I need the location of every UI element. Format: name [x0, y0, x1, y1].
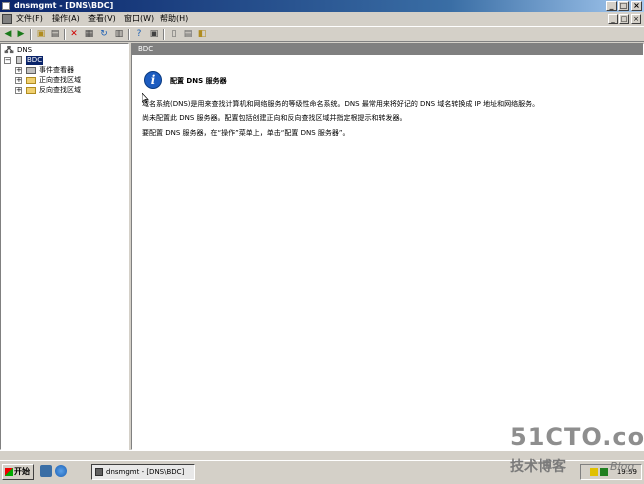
network-icon[interactable] [600, 468, 608, 476]
watermark-blog: Blog [610, 460, 635, 473]
toolbar-separator [128, 29, 130, 40]
title-bar[interactable]: dnsmgmt - [DNS\BDC] _ □ × [0, 0, 644, 12]
window-title: dnsmgmt - [DNS\BDC] [14, 1, 114, 10]
details-header: BDC [132, 44, 643, 55]
show-tree-icon[interactable]: ▤ [49, 29, 61, 40]
expand-icon[interactable]: + [15, 87, 22, 94]
collapse-icon[interactable]: − [4, 57, 11, 64]
tree-root-label: DNS [17, 46, 33, 54]
event-viewer-icon [26, 67, 36, 74]
mdi-minimize-button[interactable]: _ [608, 14, 618, 24]
tree-item-label: 事件查看器 [39, 66, 74, 74]
menu-window[interactable]: 窗口(W) [124, 12, 154, 26]
console-tree: DNS − BDC + 事件查看器 + 正向查找区域 + 反向查找区域 [0, 43, 129, 450]
tree-item-label: 反向查找区域 [39, 86, 81, 94]
refresh-icon[interactable]: ↻ [98, 29, 110, 40]
server-icon[interactable]: ▯ [168, 29, 180, 40]
tree-server-label: BDC [26, 56, 44, 65]
list-icon[interactable]: ▤ [182, 29, 194, 40]
maximize-button[interactable]: □ [618, 1, 629, 11]
console-icon[interactable]: ▣ [148, 29, 160, 40]
security-icon[interactable] [590, 468, 598, 476]
taskbar-button-dnsmgmt[interactable]: dnsmgmt - [DNS\BDC] [91, 464, 195, 480]
properties-icon[interactable]: ▦ [83, 29, 95, 40]
status-text: 尚未配置此 DNS 服务器。配置包括创建正向和反向查找区域并指定根提示和转发器。 [142, 114, 407, 122]
start-button[interactable]: 开始 [2, 464, 34, 480]
task-label: dnsmgmt - [DNS\BDC] [106, 468, 185, 476]
forward-arrow-icon[interactable]: ▶ [15, 29, 27, 40]
show-desktop-icon[interactable] [40, 465, 52, 477]
menu-view[interactable]: 查看(V) [88, 12, 116, 26]
back-arrow-icon[interactable]: ◀ [2, 29, 14, 40]
start-label: 开始 [14, 467, 30, 476]
expand-icon[interactable]: + [15, 77, 22, 84]
up-folder-icon[interactable]: ▣ [35, 29, 47, 40]
folder-icon [26, 87, 36, 94]
mmc-window: dnsmgmt - [DNS\BDC] _ □ × 文件(F) 操作(A) 查看… [0, 0, 644, 460]
details-title: 配置 DNS 服务器 [170, 77, 227, 85]
menu-bar: 文件(F) 操作(A) 查看(V) 窗口(W) 帮助(H) _ □ × [0, 12, 644, 26]
expand-icon[interactable]: + [15, 67, 22, 74]
menu-help[interactable]: 帮助(H) [160, 12, 188, 26]
help-icon[interactable]: ? [133, 29, 145, 40]
toolbar-separator [163, 29, 165, 40]
delete-icon[interactable]: ✕ [68, 29, 80, 40]
zone-icon[interactable]: ◧ [196, 29, 208, 40]
toolbar-separator [64, 29, 66, 40]
watermark-site: 51CTO.com [510, 423, 644, 451]
toolbar: ◀ ▶ ▣ ▤ ✕ ▦ ↻ ▥ ? ▣ ▯ ▤ ◧ [0, 26, 644, 42]
document-icon[interactable] [2, 14, 12, 24]
description-text: 域名系统(DNS)是用来查找计算机和网络服务的等级性命名系统。DNS 最常用来将… [142, 100, 540, 108]
app-icon [2, 2, 10, 10]
internet-explorer-icon[interactable] [55, 465, 67, 477]
folder-icon [26, 77, 36, 84]
dns-console-icon [95, 468, 103, 476]
info-icon: i [144, 71, 162, 89]
menu-action[interactable]: 操作(A) [52, 12, 80, 26]
windows-logo-icon [5, 468, 13, 476]
toolbar-separator [30, 29, 32, 40]
dns-icon [4, 46, 14, 54]
instruction-text: 要配置 DNS 服务器，在“操作”菜单上，单击“配置 DNS 服务器”。 [142, 129, 350, 137]
minimize-button[interactable]: _ [606, 1, 617, 11]
close-button[interactable]: × [631, 1, 642, 11]
mdi-restore-button[interactable]: □ [619, 14, 629, 24]
details-pane: BDC i 配置 DNS 服务器 域名系统(DNS)是用来查找计算机和网络服务的… [131, 43, 644, 450]
mdi-close-button[interactable]: × [631, 14, 641, 24]
export-list-icon[interactable]: ▥ [113, 29, 125, 40]
server-icon [16, 56, 22, 64]
menu-file[interactable]: 文件(F) [16, 12, 43, 26]
tree-item-label: 正向查找区域 [39, 76, 81, 84]
watermark-blog-cn: 技术博客 [510, 459, 566, 475]
mouse-cursor-icon [142, 93, 149, 104]
